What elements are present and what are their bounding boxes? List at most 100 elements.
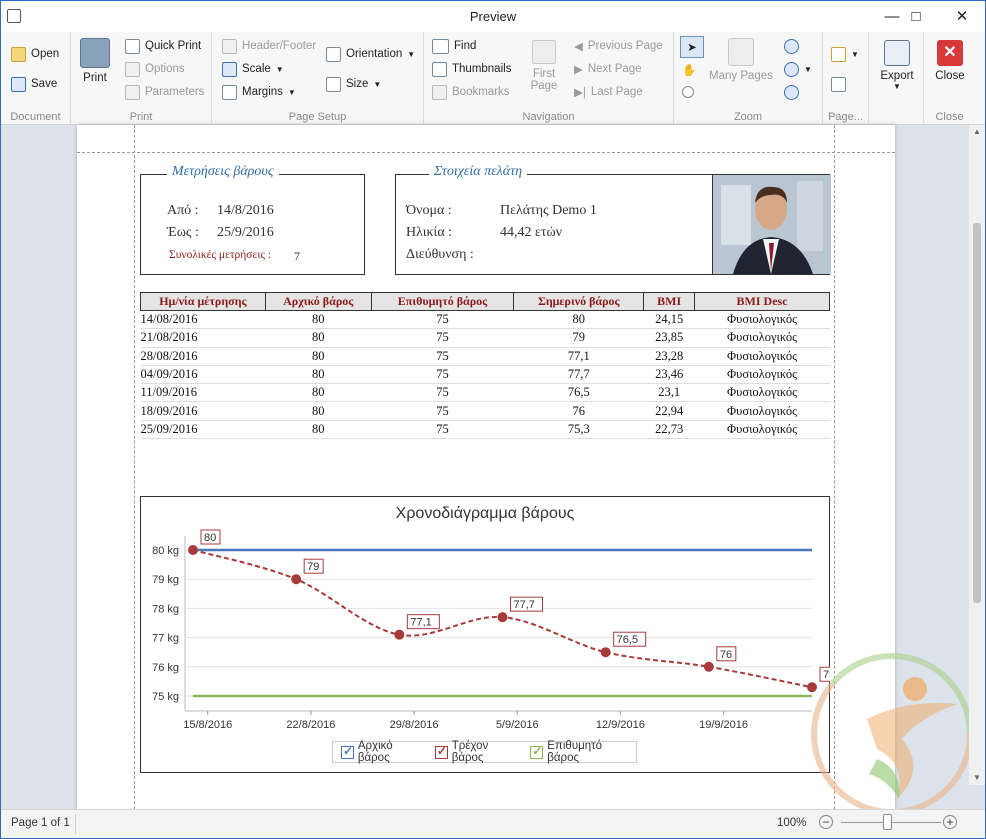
margins-button[interactable]: Margins ▼ — [222, 82, 296, 102]
find-button[interactable]: Find — [432, 36, 476, 56]
close-window-button[interactable]: ✕ — [939, 1, 985, 32]
table-row: 21/08/2016 80 75 79 23,85 Φυσιολογικός — [140, 328, 830, 348]
close-group-label: Close — [935, 111, 964, 123]
page-color-button[interactable]: ▼ — [831, 44, 859, 64]
many-pages-button[interactable]: Many Pages — [706, 38, 776, 82]
zoom-in-button[interactable] — [784, 82, 799, 102]
table-cell: Φυσιολογικός — [694, 328, 830, 348]
measurements-table: Ημ/νία μέτρησης Αρχικό βάρος Επιθυμητό β… — [140, 292, 830, 440]
open-button[interactable]: Open — [11, 44, 59, 64]
paint-bucket-icon — [831, 46, 846, 62]
data-point — [497, 612, 508, 623]
to-value: 25/9/2016 — [217, 225, 274, 240]
zoom-dropdown-button[interactable]: ▼ — [784, 59, 812, 79]
column-header: Ημ/νία μέτρησης — [140, 292, 266, 311]
data-label: 77,7 — [514, 599, 535, 611]
legend-item-initial[interactable]: Αρχικό βάρος — [341, 740, 427, 764]
thumbnails-button[interactable]: Thumbnails — [432, 59, 511, 79]
zoom-level: 100% — [777, 817, 807, 829]
previous-page-button[interactable]: ◀ Previous Page — [574, 36, 663, 56]
bookmarks-button[interactable]: Bookmarks — [432, 82, 510, 102]
title-bar: Preview — □ ✕ — [1, 1, 985, 32]
save-button[interactable]: Save — [11, 74, 57, 94]
chart-title: Χρονοδιάγραμμα βάρους — [396, 505, 575, 522]
parameters-button[interactable]: Parameters — [125, 82, 204, 102]
table-cell: 80 — [265, 420, 372, 440]
header-footer-button[interactable]: Header/Footer — [222, 36, 316, 56]
pointer-icon: ➤ — [687, 42, 697, 54]
magnifier-icon — [682, 86, 694, 98]
export-button[interactable]: Export ▼ — [875, 40, 919, 91]
scale-button[interactable]: Scale ▼ — [222, 59, 284, 79]
data-point — [703, 661, 714, 672]
table-cell: 28/08/2016 — [140, 347, 266, 366]
table-cell: Φυσιολογικός — [694, 365, 830, 385]
table-row: 18/09/2016 80 75 76 22,94 Φυσιολογικός — [140, 401, 830, 421]
legend-item-target[interactable]: Επιθυμητό βάρος — [530, 740, 636, 764]
table-cell: Φυσιολογικός — [694, 401, 830, 421]
table-cell: 75,3 — [513, 420, 644, 440]
orientation-button[interactable]: Orientation ▼ — [326, 44, 415, 64]
close-group: ✕ Close Close — [924, 32, 975, 125]
hand-tool-button[interactable]: ✋ — [682, 60, 696, 80]
data-point — [291, 574, 302, 585]
legend-item-current[interactable]: Τρέχον βάρος — [434, 740, 523, 764]
maximize-button[interactable]: □ — [893, 1, 939, 32]
page-setup-group-label: Page Setup — [288, 111, 347, 123]
data-label: 77,1 — [410, 617, 431, 629]
column-header: Επιθυμητό βάρος — [370, 292, 515, 311]
scroll-up-icon[interactable]: ▲ — [973, 127, 981, 136]
name-label: Όνομα : — [406, 203, 452, 218]
zoom-minus-icon[interactable]: − — [819, 815, 833, 829]
zoom-plus-icon[interactable]: + — [943, 815, 957, 829]
print-group-label: Print — [129, 111, 153, 123]
table-cell: 23,28 — [643, 347, 695, 366]
table-cell: 80 — [265, 328, 372, 348]
data-label: 80 — [204, 532, 216, 544]
print-button[interactable]: Print — [77, 38, 113, 84]
last-page-button[interactable]: ▶| Last Page — [574, 82, 643, 102]
data-point — [600, 647, 611, 658]
table-cell: Φυσιολογικός — [694, 420, 830, 440]
size-button[interactable]: Size ▼ — [326, 74, 381, 94]
page-background-group: ▼ Page... — [823, 32, 869, 125]
weight-chart-plot: Χρονοδιάγραμμα βάρους 80 kg 79 kg 78 kg 77 … — [152, 505, 830, 731]
scrollbar-thumb[interactable] — [973, 223, 981, 603]
table-cell: 80 — [265, 401, 372, 421]
margins-icon — [222, 84, 237, 100]
data-point — [188, 545, 198, 555]
address-label: Διεύθυνση : — [406, 247, 474, 262]
header-footer-icon — [222, 38, 237, 54]
first-page-icon — [532, 40, 556, 64]
close-preview-button[interactable]: ✕ Close — [928, 40, 972, 82]
options-button[interactable]: Options — [125, 59, 185, 79]
zoom-slider-thumb[interactable] — [883, 814, 892, 830]
quick-print-button[interactable]: Quick Print — [125, 36, 201, 56]
age-value: 44,42 ετών — [500, 225, 563, 240]
table-cell: 23,85 — [643, 328, 695, 348]
table-row: 14/08/2016 80 75 80 24,15 Φυσιολογικός — [140, 310, 830, 330]
margins-caret-icon: ▼ — [287, 87, 296, 97]
status-divider — [75, 814, 76, 834]
scroll-down-icon[interactable]: ▼ — [973, 773, 981, 782]
next-page-button[interactable]: ▶ Next Page — [574, 59, 642, 79]
zoom-out-button[interactable] — [784, 36, 799, 56]
options-icon — [125, 61, 140, 77]
export-caret-icon: ▼ — [893, 82, 901, 91]
table-cell: 21/08/2016 — [140, 328, 266, 348]
first-page-button[interactable]: First Page — [522, 40, 566, 92]
many-pages-icon — [728, 38, 754, 66]
vertical-scrollbar[interactable]: ▲ ▼ — [969, 125, 985, 785]
table-cell: 22,73 — [643, 420, 695, 440]
legend-checkbox-icon — [530, 744, 544, 759]
navigation-group: Find Thumbnails Bookmarks First Page ◀ P… — [424, 32, 674, 125]
pointer-tool-button[interactable]: ➤ — [680, 36, 704, 58]
table-cell: 77,1 — [513, 347, 644, 366]
previous-arrow-icon: ◀ — [574, 41, 583, 53]
watermark-button[interactable] — [831, 74, 846, 94]
customer-box: Όνομα : Πελάτης Demo 1 Ηλικία : 44,42 ετ… — [395, 174, 831, 275]
table-cell: 80 — [513, 310, 644, 330]
bookmarks-icon — [432, 84, 447, 100]
x-tick-label: 22/8/2016 — [286, 719, 335, 731]
magnifier-tool-button[interactable] — [682, 82, 694, 102]
